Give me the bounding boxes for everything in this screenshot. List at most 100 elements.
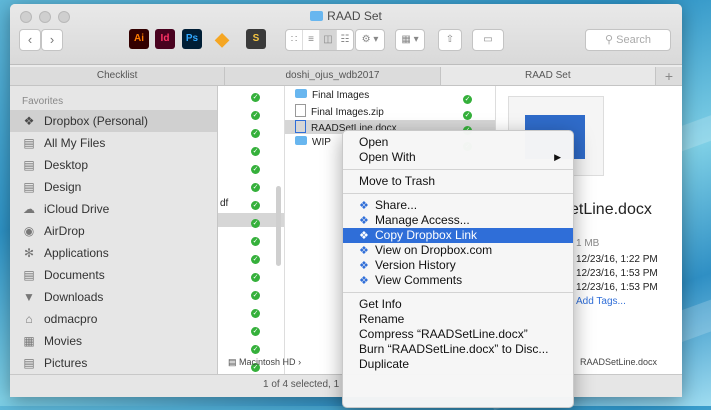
synced-check-icon: ✓ <box>463 95 472 104</box>
zip-file-icon <box>295 104 306 117</box>
list-view-icon[interactable]: ≡ <box>303 30 320 50</box>
menu-item-duplicate[interactable]: Duplicate <box>343 357 573 372</box>
list-item[interactable]: WIP <box>295 136 331 150</box>
menu-item-view-on-dropbox[interactable]: ❖ View on Dropbox.com <box>343 243 573 258</box>
menu-item-share[interactable]: ❖ Share... <box>343 198 573 213</box>
list-item[interactable]: Final Images <box>295 89 369 103</box>
menu-item-rename[interactable]: Rename <box>343 312 573 327</box>
pictures-icon: ▤ <box>23 356 35 370</box>
menu-item-label: Open With <box>359 150 416 164</box>
title-bar: RAAD Set ‹ › Ai Id Ps ◆ S ∷ ≡ ◫ ☷ ⚙ ▾ ▦ ▾ ⇧… <box>10 4 682 65</box>
sync-status-column: ✓ ✓ ✓ ✓ ✓ ✓ ✓ ✓ ✓ ✓ ✓ ✓ ✓ ✓ ✓ ✓ <box>251 90 263 378</box>
menu-item-manage-access[interactable]: ❖ Manage Access... <box>343 213 573 228</box>
preview-file-name: etLine.docx <box>570 201 652 218</box>
menu-item-open[interactable]: Open <box>343 135 573 150</box>
sidebar-item-all-my-files[interactable]: ▤ All My Files <box>10 132 217 154</box>
documents-icon: ▤ <box>23 268 35 282</box>
column-view-icon[interactable]: ◫ <box>320 30 337 50</box>
icon-view-icon[interactable]: ∷ <box>286 30 303 50</box>
home-icon: ⌂ <box>25 312 33 326</box>
sidebar-item-desktop[interactable]: ▤ Desktop <box>10 154 217 176</box>
illustrator-icon[interactable]: Ai <box>129 29 149 49</box>
dropbox-icon: ❖ <box>23 114 35 128</box>
file-name: Final Images <box>312 90 370 101</box>
downloads-icon: ▼ <box>23 290 35 304</box>
column-1-partial-text: df <box>220 198 229 209</box>
menu-item-get-info[interactable]: Get Info <box>343 297 573 312</box>
sidebar-item-pictures[interactable]: ▤ Pictures <box>10 352 217 374</box>
sketch-icon[interactable]: ◆ <box>212 29 232 49</box>
sidebar-item-label: Dropbox (Personal) <box>44 114 149 128</box>
back-button[interactable]: ‹ <box>19 29 41 51</box>
menu-item-label: Open <box>359 135 389 149</box>
status-text: 1 of 4 selected, 1 <box>263 379 340 390</box>
tag-icon[interactable]: ▭ <box>473 30 503 50</box>
tab-raad-set[interactable]: RAAD Set <box>440 67 656 85</box>
synced-check-icon: ✓ <box>251 291 260 300</box>
gear-icon[interactable]: ⚙ ▾ <box>356 30 384 50</box>
menu-item-label: Burn “RAADSetLine.docx” to Disc... <box>359 342 549 356</box>
share-icon[interactable]: ⇧ <box>439 30 461 50</box>
sublime-icon[interactable]: S <box>246 29 266 49</box>
synced-check-icon: ✓ <box>251 165 260 174</box>
photoshop-icon[interactable]: Ps <box>182 29 202 49</box>
share-button[interactable]: ⇧ <box>438 29 462 51</box>
sidebar-item-label: Design <box>44 180 82 194</box>
synced-check-icon: ✓ <box>251 201 260 210</box>
column-1: df ✓ ✓ ✓ ✓ ✓ ✓ ✓ ✓ ✓ ✓ ✓ ✓ ✓ ✓ ✓ ✓ <box>218 86 285 374</box>
path-end-file[interactable]: RAADSetLine.docx <box>580 357 657 367</box>
synced-check-icon: ✓ <box>251 219 260 228</box>
window-title: RAAD Set <box>10 9 682 23</box>
action-menu-button[interactable]: ⚙ ▾ <box>355 29 385 51</box>
dropbox-icon: ❖ <box>359 230 369 242</box>
sidebar-item-downloads[interactable]: ▼ Downloads <box>10 286 217 308</box>
forward-button[interactable]: › <box>41 29 63 51</box>
tab-bar: Checklist doshi_ojus_wdb2017 RAAD Set + <box>10 67 682 86</box>
sidebar-item-applications[interactable]: ✻ Applications <box>10 242 217 264</box>
menu-separator <box>343 292 573 293</box>
menu-item-open-with[interactable]: Open With ▶ <box>343 150 573 165</box>
docx-file-icon <box>295 120 306 133</box>
add-tags-link[interactable]: Add Tags... <box>576 296 626 307</box>
preview-created: 12/23/16, 1:22 PM <box>576 254 658 265</box>
list-item[interactable]: Final Images.zip <box>295 104 384 118</box>
path-bar: ▤ Macintosh HD › <box>228 357 301 368</box>
sidebar-item-movies[interactable]: ▦ Movies <box>10 330 217 352</box>
arrange-menu-button[interactable]: ▦ ▾ <box>395 29 425 51</box>
menu-item-view-comments[interactable]: ❖ View Comments <box>343 273 573 288</box>
indesign-icon[interactable]: Id <box>155 29 175 49</box>
folder-icon: ▤ <box>23 180 35 194</box>
arrange-icon[interactable]: ▦ ▾ <box>396 30 424 50</box>
menu-item-compress[interactable]: Compress “RAADSetLine.docx” <box>343 327 573 342</box>
view-mode-control[interactable]: ∷ ≡ ◫ ☷ <box>285 29 354 51</box>
airdrop-icon: ◉ <box>23 224 35 238</box>
desktop-icon: ▤ <box>23 158 35 172</box>
path-disk[interactable]: Macintosh HD <box>239 357 296 367</box>
sidebar-item-design[interactable]: ▤ Design <box>10 176 217 198</box>
search-input[interactable]: ⚲ Search <box>585 29 671 51</box>
synced-check-icon: ✓ <box>251 129 260 138</box>
sidebar-item-documents[interactable]: ▤ Documents <box>10 264 217 286</box>
new-tab-button[interactable]: + <box>656 67 682 85</box>
cover-flow-icon[interactable]: ☷ <box>337 30 353 50</box>
sidebar-item-label: AirDrop <box>44 224 85 238</box>
tags-button[interactable]: ▭ <box>472 29 504 51</box>
menu-item-version-history[interactable]: ❖ Version History <box>343 258 573 273</box>
sidebar-item-airdrop[interactable]: ◉ AirDrop <box>10 220 217 242</box>
sidebar-item-home[interactable]: ⌂ odmacpro <box>10 308 217 330</box>
menu-item-label: Compress “RAADSetLine.docx” <box>359 327 528 341</box>
column-1-scrollbar[interactable] <box>276 186 281 266</box>
sidebar-item-dropbox[interactable]: ❖ Dropbox (Personal) <box>10 110 217 132</box>
synced-check-icon: ✓ <box>251 183 260 192</box>
synced-check-icon: ✓ <box>251 111 260 120</box>
files-icon: ▤ <box>23 136 35 150</box>
submenu-arrow-icon: ▶ <box>554 152 561 162</box>
tab-doshi[interactable]: doshi_ojus_wdb2017 <box>225 67 441 85</box>
menu-item-label: Rename <box>359 312 405 326</box>
menu-item-copy-dropbox-link[interactable]: ❖ Copy Dropbox Link <box>343 228 573 243</box>
tab-checklist[interactable]: Checklist <box>10 67 226 85</box>
sidebar-item-icloud[interactable]: ☁ iCloud Drive <box>10 198 217 220</box>
menu-item-move-to-trash[interactable]: Move to Trash <box>343 174 573 189</box>
movies-icon: ▦ <box>23 334 35 348</box>
menu-item-burn[interactable]: Burn “RAADSetLine.docx” to Disc... <box>343 342 573 357</box>
